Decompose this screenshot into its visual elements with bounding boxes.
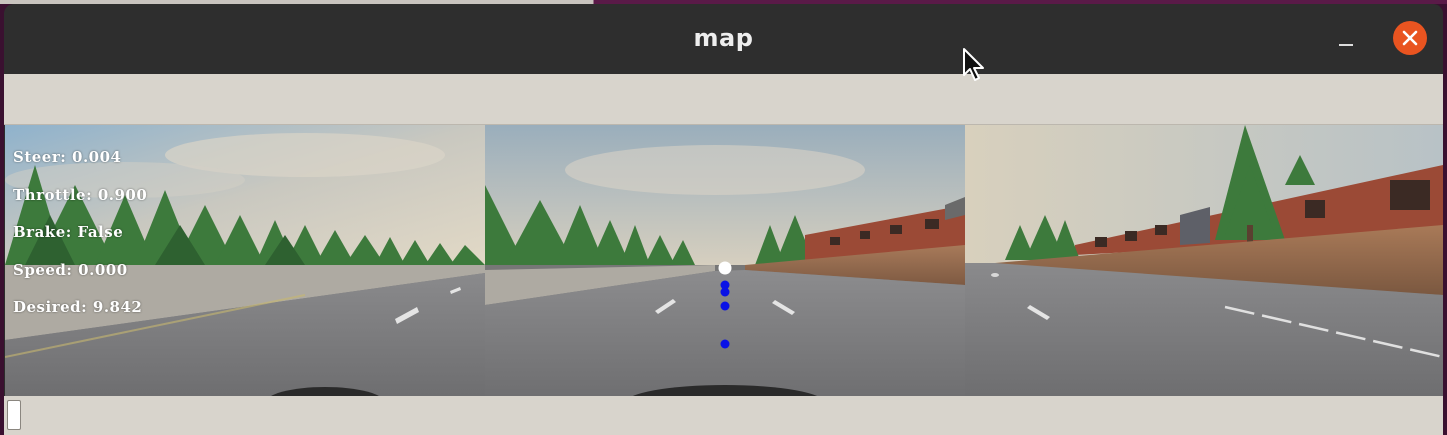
mouse-pointer-icon: [962, 47, 988, 83]
map-window: map Steer: 0.004 Throttle: 0.900 Brake: …: [4, 4, 1443, 435]
minimize-button[interactable]: [1334, 30, 1358, 54]
camera-view-canvas: Steer: 0.004 Throttle: 0.900 Brake: Fals…: [5, 125, 1443, 396]
scroll-handle[interactable]: [7, 400, 21, 430]
waypoint-marker: [720, 301, 730, 311]
steer-readout: Steer: 0.004: [13, 148, 122, 166]
close-icon: [1402, 30, 1418, 46]
minimize-icon: [1339, 44, 1353, 46]
window-titlebar[interactable]: map: [4, 4, 1443, 74]
throttle-readout: Throttle: 0.900: [13, 185, 148, 204]
control-readout: Steer: 0.004 Throttle: 0.900 Brake: Fals…: [13, 147, 147, 335]
brake-readout: Brake: False: [13, 223, 124, 241]
center-camera-image: [485, 125, 965, 396]
waypoint-marker: [720, 339, 730, 349]
toolbar: [4, 74, 1443, 125]
right-camera-image: [965, 125, 1443, 396]
speed-readout: Speed: 0.000: [13, 260, 128, 279]
desired-speed-readout: Desired: 9.842: [13, 298, 143, 316]
waypoint-marker: [720, 287, 730, 297]
close-button[interactable]: [1393, 21, 1427, 55]
target-waypoint-marker: [718, 261, 732, 275]
window-title: map: [693, 24, 754, 52]
status-bar: [4, 396, 1443, 435]
